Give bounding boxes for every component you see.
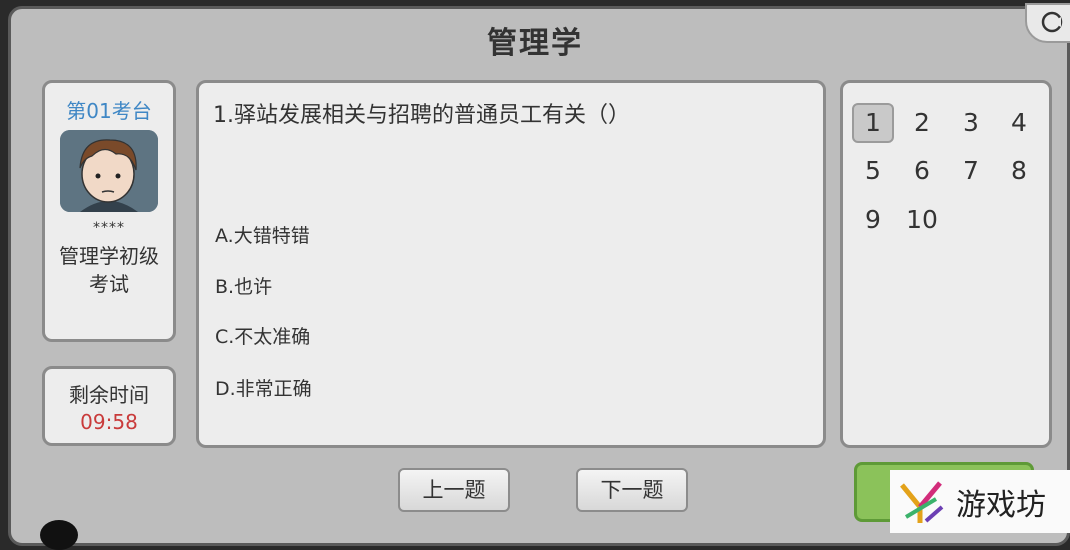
timer-label: 剩余时间 bbox=[69, 383, 149, 407]
prev-question-button[interactable]: 上一题 bbox=[398, 468, 510, 512]
question-nav-panel: 1 2 3 4 5 6 7 8 9 10 bbox=[840, 80, 1052, 448]
person-avatar-icon bbox=[60, 130, 158, 212]
question-nav-item[interactable]: 2 bbox=[901, 103, 943, 143]
question-nav-item[interactable]: 7 bbox=[950, 151, 992, 191]
candidate-card: 第01考台 **** 管理学初级考试 bbox=[42, 80, 176, 342]
watermark: 游戏坊 bbox=[890, 470, 1070, 533]
candidate-name: **** bbox=[93, 220, 125, 236]
question-nav-item[interactable]: 5 bbox=[852, 151, 894, 191]
option-c[interactable]: C.不太准确 bbox=[215, 322, 310, 349]
option-d[interactable]: D.非常正确 bbox=[215, 374, 312, 401]
question-text: 1.驿站发展相关与招聘的普通员工有关（） bbox=[213, 103, 630, 128]
question-nav-item[interactable]: 3 bbox=[950, 103, 992, 143]
bottom-left-control bbox=[40, 520, 78, 550]
option-a[interactable]: A.大错特错 bbox=[215, 221, 310, 248]
question-panel: 1.驿站发展相关与招聘的普通员工有关（） A.大错特错 B.也许 C.不太准确 … bbox=[196, 80, 826, 448]
question-nav-item[interactable]: 8 bbox=[998, 151, 1040, 191]
question-nav-item[interactable]: 1 bbox=[852, 103, 894, 143]
logo-icon bbox=[900, 480, 944, 523]
timer-value: 09:58 bbox=[80, 410, 138, 434]
option-b[interactable]: B.也许 bbox=[215, 272, 272, 299]
seat-number: 第01考台 bbox=[66, 99, 152, 123]
question-nav-item[interactable]: 10 bbox=[901, 200, 943, 240]
next-question-button[interactable]: 下一题 bbox=[576, 468, 688, 512]
question-nav-item[interactable]: 9 bbox=[852, 200, 894, 240]
question-nav-item[interactable]: 4 bbox=[998, 103, 1040, 143]
watermark-text: 游戏坊 bbox=[956, 487, 1046, 523]
avatar bbox=[60, 130, 158, 212]
question-nav-item[interactable]: 6 bbox=[901, 151, 943, 191]
exam-name: 管理学初级考试 bbox=[59, 244, 159, 296]
page-title: 管理学 bbox=[487, 26, 583, 61]
timer-panel: 剩余时间 09:58 bbox=[42, 366, 176, 446]
